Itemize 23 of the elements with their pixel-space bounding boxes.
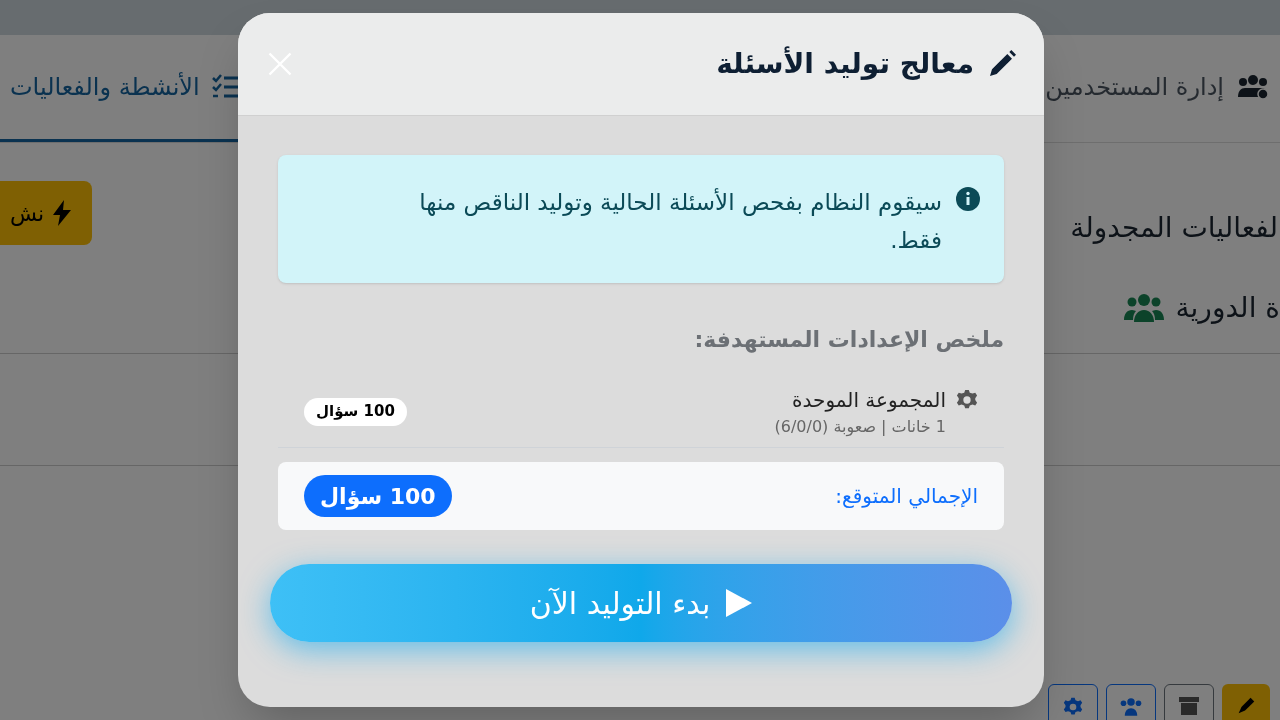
settings-button[interactable]: [1048, 684, 1098, 720]
section-heading: لفعاليات المجدولة: [1070, 211, 1278, 244]
users-button[interactable]: [1106, 684, 1156, 720]
item-meta: 1 خانات | صعوبة (6/0/0): [774, 415, 946, 439]
archive-button[interactable]: [1164, 684, 1214, 720]
item-name: المجموعة الموحدة: [791, 386, 946, 414]
bolt-icon: [52, 200, 73, 226]
users-icon: [1123, 292, 1164, 324]
action-button[interactable]: نش: [0, 181, 93, 245]
pen-button[interactable]: [1222, 684, 1270, 720]
settings-icon: [956, 388, 978, 411]
count-badge: 100 سؤال: [304, 397, 407, 426]
start-button[interactable]: بدء التوليد الآن: [270, 564, 1012, 642]
modal-title: معالج توليد الأسئلة: [716, 45, 974, 82]
summary-label: ملخص الإعدادات المستهدفة:: [694, 326, 1004, 355]
info-text: سيقوم النظام بفحص الأسئلة الحالية وتوليد الناقص منها فقط.: [418, 187, 942, 255]
info-icon: [956, 187, 980, 211]
total-badge: 100 سؤال: [304, 475, 452, 517]
archive-icon: [1179, 697, 1199, 715]
total-label: الإجمالي المتوقع:: [835, 483, 978, 511]
settings-icon: [1063, 697, 1083, 717]
group-heading: ة الدورية: [1175, 290, 1280, 326]
play-icon: [724, 588, 753, 618]
